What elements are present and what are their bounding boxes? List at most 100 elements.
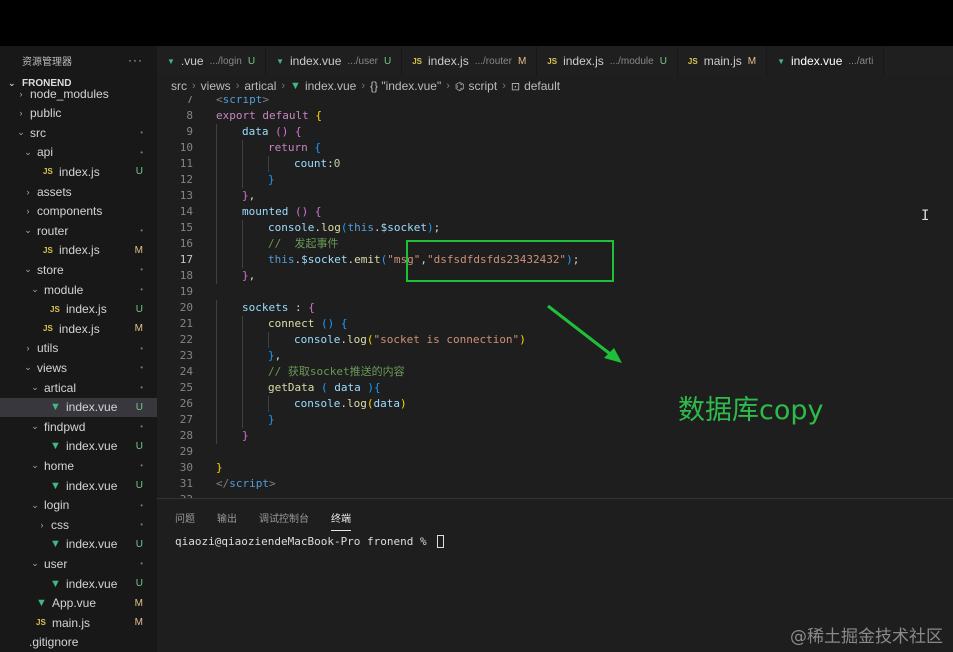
tree-file[interactable]: ▼ index.vue U bbox=[0, 397, 157, 417]
panel-tab[interactable]: 终端 bbox=[331, 506, 351, 531]
code-line: 14 mounted () { bbox=[157, 204, 953, 220]
tree-folder[interactable]: ⌄ module • bbox=[0, 280, 157, 299]
panel-tab[interactable]: 问题 bbox=[175, 506, 195, 529]
code-line: 12} bbox=[157, 172, 953, 188]
tree-folder[interactable]: › utils • bbox=[0, 339, 157, 358]
tab-path: .../user bbox=[347, 55, 378, 67]
tree-folder[interactable]: › assets bbox=[0, 182, 157, 201]
explorer-title: 资源管理器 bbox=[22, 56, 72, 68]
tree-folder[interactable]: ⌄ findpwd • bbox=[0, 417, 157, 436]
chevron-down-icon: ⌄ bbox=[31, 421, 39, 432]
tree-folder[interactable]: ⌄ api • bbox=[0, 143, 157, 162]
indent-guide bbox=[268, 156, 269, 172]
vue-file-icon: ▼ bbox=[50, 479, 61, 492]
tree-folder[interactable]: ⌄ src • bbox=[0, 123, 157, 142]
tree-file[interactable]: ▼ index.vue U bbox=[0, 476, 157, 495]
git-status-badge: M bbox=[134, 323, 143, 335]
code-line: 8 export default { bbox=[157, 108, 953, 124]
breadcrumb-file[interactable]: index.vue bbox=[305, 79, 356, 93]
vue-file-icon: ▼ bbox=[290, 80, 301, 92]
panel-tab[interactable]: 输出 bbox=[217, 506, 237, 529]
breadcrumb-item[interactable]: views bbox=[201, 79, 231, 93]
tree-file[interactable]: JS index.js U bbox=[0, 162, 157, 181]
tree-folder[interactable]: › public bbox=[0, 104, 157, 123]
breadcrumb-script[interactable]: script bbox=[469, 79, 498, 93]
editor-tabs: ▼ .vue .../login U ▼ index.vue .../user U JS inde… bbox=[157, 46, 953, 76]
editor-tab[interactable]: ▼ .vue .../login U bbox=[157, 46, 267, 76]
breadcrumb-item[interactable]: artical bbox=[244, 79, 276, 93]
code-line: 9 data () { bbox=[157, 124, 953, 140]
script-symbol-icon: ⌬ bbox=[454, 80, 465, 93]
tree-item-label: src bbox=[30, 125, 46, 140]
tree-folder[interactable]: ⌄ user • bbox=[0, 554, 157, 573]
indent-guide bbox=[242, 316, 243, 332]
tree-item-label: module bbox=[44, 282, 84, 297]
line-number: 7 bbox=[186, 96, 193, 106]
tree-folder[interactable]: › node_modules bbox=[0, 84, 157, 103]
vue-file-icon: ▼ bbox=[777, 56, 785, 66]
indent-guide bbox=[242, 332, 243, 348]
git-status-badge: U bbox=[659, 55, 667, 67]
indent-guide bbox=[242, 252, 243, 268]
tree-file[interactable]: ▼ index.vue U bbox=[0, 437, 157, 456]
tree-folder[interactable]: › components bbox=[0, 202, 157, 221]
code-text: }, bbox=[242, 189, 256, 202]
chevron-right-icon: › bbox=[502, 80, 506, 92]
indent-guide bbox=[242, 380, 243, 396]
tree-file[interactable]: ▼ App.vue M bbox=[0, 594, 157, 613]
tree-folder[interactable]: ⌄ login • bbox=[0, 496, 157, 515]
editor-tab[interactable]: ▼ index.vue .../arti bbox=[767, 46, 885, 76]
breadcrumb-default[interactable]: default bbox=[524, 79, 560, 93]
git-status-badge: • bbox=[140, 500, 143, 510]
git-status-badge: • bbox=[140, 343, 143, 353]
git-status-badge: • bbox=[140, 265, 143, 275]
chevron-down-icon: ⌄ bbox=[31, 284, 39, 294]
line-number: 22 bbox=[179, 333, 193, 346]
panel-tab[interactable]: 调试控制台 bbox=[259, 506, 309, 529]
chevron-down-icon: ⌄ bbox=[31, 460, 39, 471]
code-editor[interactable]: 7 <script> 8 export default {9 data () {10 re… bbox=[157, 96, 953, 498]
breadcrumb-item[interactable]: src bbox=[171, 79, 187, 93]
terminal-line[interactable]: qiaozi@qiaoziendeMacBook-Pro fronend % bbox=[175, 535, 445, 548]
tree-file[interactable]: JS index.js U bbox=[0, 300, 157, 319]
editor-tab[interactable]: JS index.js .../router M bbox=[402, 46, 538, 76]
code-text: </script> bbox=[216, 477, 276, 490]
indent-guide bbox=[216, 412, 217, 428]
tree-file[interactable]: ▼ index.vue U bbox=[0, 535, 157, 554]
chevron-down-icon: ⌄ bbox=[31, 382, 39, 392]
tree-folder[interactable]: ⌄ router • bbox=[0, 221, 157, 240]
breadcrumb-object[interactable]: {} "index.vue" bbox=[370, 79, 441, 93]
indent-guide bbox=[216, 204, 217, 220]
tree-file[interactable]: ▼ index.vue U bbox=[0, 574, 157, 593]
highlight-box bbox=[406, 240, 614, 282]
tree-file[interactable]: JS index.js M bbox=[0, 319, 157, 338]
tree-item-label: utils bbox=[37, 341, 59, 356]
tree-folder[interactable]: ⌄ artical • bbox=[0, 378, 157, 397]
git-status-badge: • bbox=[140, 285, 143, 294]
editor-tab[interactable]: JS index.js .../module U bbox=[537, 46, 678, 76]
tree-folder[interactable]: › css • bbox=[0, 515, 157, 534]
annotation-text: 数据库copy bbox=[678, 395, 824, 426]
code-text: return { bbox=[268, 141, 321, 154]
tree-file[interactable]: .gitignore bbox=[0, 633, 157, 652]
tree-folder[interactable]: ⌄ views • bbox=[0, 358, 157, 377]
code-line: 28} bbox=[157, 428, 953, 444]
tree-folder[interactable]: ⌄ home • bbox=[0, 456, 157, 475]
indent-guide bbox=[268, 332, 269, 348]
js-file-icon: JS bbox=[36, 618, 46, 628]
indent-guide bbox=[216, 428, 217, 444]
tree-file[interactable]: JS main.js M bbox=[0, 613, 157, 632]
tree-file[interactable]: JS index.js M bbox=[0, 241, 157, 260]
code-line: 10 return { bbox=[157, 140, 953, 156]
git-status-badge: • bbox=[140, 226, 143, 236]
tab-label: .vue bbox=[180, 54, 204, 68]
more-actions-icon[interactable]: ··· bbox=[128, 53, 143, 67]
git-status-badge: U bbox=[135, 440, 143, 452]
editor-tab[interactable]: ▼ index.vue .../user U bbox=[266, 46, 403, 76]
editor-tab[interactable]: JS main.js M bbox=[678, 46, 768, 76]
tree-folder[interactable]: ⌄ store • bbox=[0, 260, 157, 279]
indent-guide bbox=[216, 332, 217, 348]
code-line: 26 console.log(data) bbox=[157, 396, 953, 412]
indent-guide bbox=[242, 236, 243, 252]
js-file-icon: JS bbox=[50, 304, 60, 314]
